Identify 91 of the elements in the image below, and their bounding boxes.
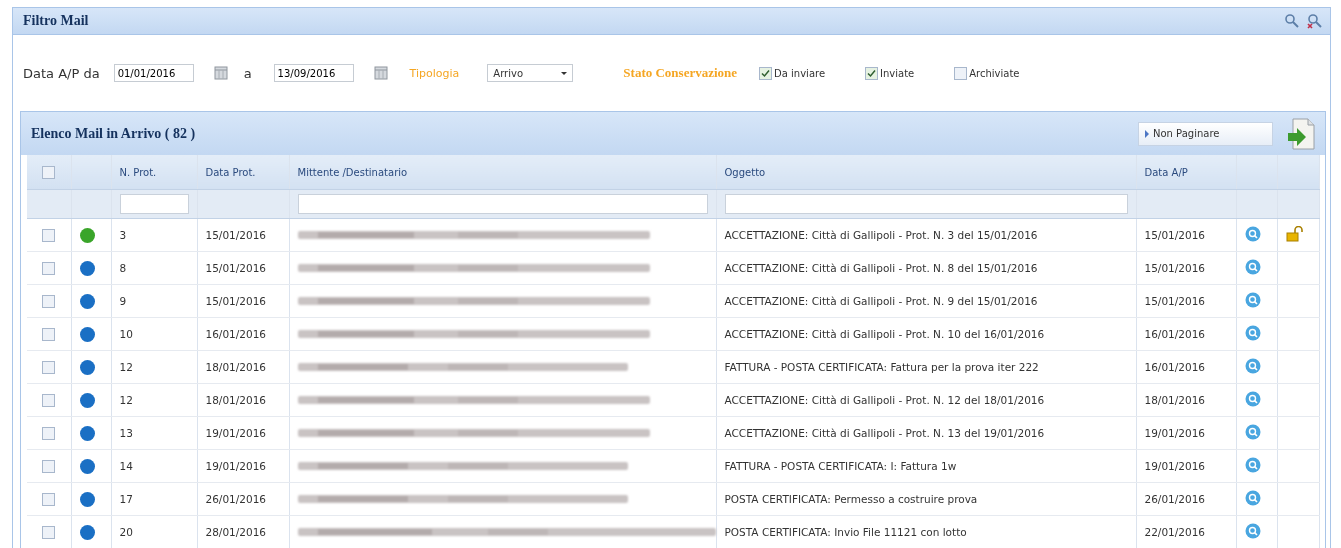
panel-title: Filtro Mail: [23, 13, 89, 29]
checkbox-label: Da inviare: [774, 67, 826, 79]
status-label: Stato Conservazione: [623, 65, 738, 81]
table-cell: 16/01/2016: [1144, 361, 1206, 373]
table-cell: FATTURA - POSTA CERTIFICATA: I: Fattura 1w: [724, 460, 957, 472]
table-cell: 16/01/2016: [205, 328, 267, 340]
table-cell: 10: [119, 328, 133, 340]
filter-field[interactable]: [297, 194, 708, 214]
table-cell: POSTA CERTIFICATA: Invio File 11121 con lotto: [724, 526, 967, 538]
table-cell: 20: [119, 526, 133, 538]
column-header[interactable]: Data A/P: [1144, 166, 1188, 178]
table-cell: ACCETTAZIONE: Città di Gallipoli - Prot. N. 9 del 15/01/2016: [724, 295, 1038, 307]
table-cell: 26/01/2016: [205, 493, 267, 505]
table-cell: 12: [119, 361, 133, 373]
column-header[interactable]: Oggetto: [724, 166, 766, 178]
view-icon[interactable]: [1244, 490, 1261, 506]
checkbox[interactable]: [865, 66, 879, 80]
date-to-label: a: [243, 65, 252, 81]
view-icon[interactable]: [1244, 292, 1261, 308]
clear-search-icon[interactable]: [1306, 13, 1324, 29]
filter-field[interactable]: [119, 194, 189, 214]
table-cell: ACCETTAZIONE: Città di Gallipoli - Prot. N. 13 del 19/01/2016: [724, 427, 1045, 439]
column-header[interactable]: N. Prot.: [119, 166, 157, 178]
table-cell: 18/01/2016: [205, 361, 267, 373]
table-cell: 13: [119, 427, 133, 439]
table-cell: 16/01/2016: [1144, 328, 1206, 340]
table-cell: 15/01/2016: [205, 295, 267, 307]
row-checkbox[interactable]: [42, 459, 56, 473]
checkbox[interactable]: [954, 66, 968, 80]
row-checkbox[interactable]: [42, 525, 56, 539]
export-icon[interactable]: [1287, 117, 1315, 150]
table-cell: 22/01/2016: [1144, 526, 1206, 538]
column-header[interactable]: Data Prot.: [205, 166, 256, 178]
table-cell: 15/01/2016: [205, 262, 267, 274]
date-from-field[interactable]: 01/01/2016: [113, 64, 194, 82]
row-checkbox[interactable]: [42, 228, 56, 242]
calendar-icon[interactable]: [373, 66, 388, 80]
view-icon[interactable]: [1244, 259, 1261, 275]
view-icon[interactable]: [1244, 391, 1261, 407]
table-cell: 3: [119, 229, 127, 241]
table-cell: 15/01/2016: [205, 229, 267, 241]
table-cell: 19/01/2016: [1144, 460, 1206, 472]
search-icon[interactable]: [1284, 13, 1300, 29]
view-icon[interactable]: [1244, 325, 1261, 341]
view-icon[interactable]: [1244, 424, 1261, 440]
table-cell: 14: [119, 460, 133, 472]
table-cell: ACCETTAZIONE: Città di Gallipoli - Prot. N. 12 del 18/01/2016: [724, 394, 1045, 406]
type-label: Tipologia: [409, 66, 460, 80]
row-checkbox[interactable]: [42, 327, 56, 341]
table-cell: ACCETTAZIONE: Città di Gallipoli - Prot. N. 10 del 16/01/2016: [724, 328, 1045, 340]
column-header[interactable]: Mittente /Destinatario: [297, 166, 408, 178]
table-cell: 17: [119, 493, 133, 505]
view-icon[interactable]: [1244, 523, 1261, 539]
table-cell: 15/01/2016: [1144, 295, 1206, 307]
row-checkbox[interactable]: [42, 426, 56, 440]
table-cell: 8: [119, 262, 127, 274]
filter-field[interactable]: [724, 194, 1128, 214]
row-checkbox[interactable]: [42, 393, 56, 407]
table-cell: ACCETTAZIONE: Città di Gallipoli - Prot. N. 8 del 15/01/2016: [724, 262, 1038, 274]
view-icon[interactable]: [1244, 457, 1261, 473]
table-cell: 15/01/2016: [1144, 262, 1206, 274]
table-cell: POSTA CERTIFICATA: Permesso a costruire prova: [724, 493, 978, 505]
table-cell: FATTURA - POSTA CERTIFICATA: Fattura per la prova iter 222: [724, 361, 1039, 373]
select-all-checkbox[interactable]: [42, 165, 56, 179]
row-checkbox[interactable]: [42, 360, 56, 374]
calendar-icon[interactable]: [213, 66, 228, 80]
row-checkbox[interactable]: [42, 261, 56, 275]
padlock-icon[interactable]: [1285, 226, 1304, 242]
checkbox-label: Inviate: [880, 67, 915, 79]
table-cell: 9: [119, 295, 127, 307]
table-cell: 28/01/2016: [205, 526, 267, 538]
table-cell: 12: [119, 394, 133, 406]
date-from-label: Data A/P da: [23, 65, 100, 81]
view-icon[interactable]: [1244, 358, 1261, 374]
row-checkbox[interactable]: [42, 294, 56, 308]
table-cell: 26/01/2016: [1144, 493, 1206, 505]
date-to-field[interactable]: 13/09/2016: [273, 64, 354, 82]
view-icon[interactable]: [1244, 226, 1261, 242]
checkbox[interactable]: [759, 66, 773, 80]
checkbox-label: Archiviate: [969, 67, 1020, 79]
type-dropdown[interactable]: Arrivo: [487, 64, 574, 82]
table-cell: ACCETTAZIONE: Città di Gallipoli - Prot. N. 3 del 15/01/2016: [724, 229, 1038, 241]
grid-title: Elenco Mail in Arrivo ( 82 ): [31, 125, 197, 142]
table-cell: 19/01/2016: [1144, 427, 1206, 439]
table-cell: 18/01/2016: [205, 394, 267, 406]
table-cell: 19/01/2016: [205, 460, 267, 472]
table-cell: 19/01/2016: [205, 427, 267, 439]
table-cell: 18/01/2016: [1144, 394, 1206, 406]
table-cell: 15/01/2016: [1144, 229, 1206, 241]
row-checkbox[interactable]: [42, 492, 56, 506]
non-paginare-button[interactable]: Non Paginare: [1138, 121, 1273, 146]
